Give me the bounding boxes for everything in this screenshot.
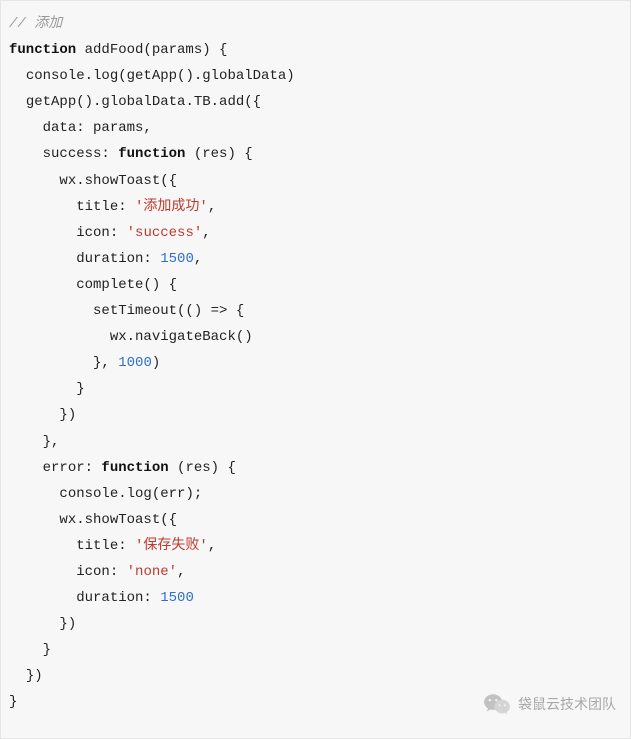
code-line: title: '保存失败', <box>9 533 622 559</box>
code-token: '添加成功' <box>135 199 208 215</box>
code-block: // 添加 function addFood(params) { console.… <box>1 1 630 726</box>
code-token: , <box>194 251 202 267</box>
code-token: duration: <box>76 590 160 606</box>
watermark-text: 袋鼠云技术团队 <box>518 691 616 717</box>
code-token: }, <box>93 355 118 371</box>
code-token: function <box>101 460 168 476</box>
code-line: setTimeout(() => { <box>9 298 622 324</box>
code-line: console.log(getApp().globalData) <box>9 63 622 89</box>
code-line: function addFood(params) { <box>9 37 622 63</box>
code-token: } <box>76 381 84 397</box>
code-line: error: function (res) { <box>9 455 622 481</box>
code-token: 1500 <box>160 251 194 267</box>
code-line: }, 1000) <box>9 350 622 376</box>
code-line: wx.showToast({ <box>9 168 622 194</box>
code-token: , <box>202 225 210 241</box>
code-token: }) <box>59 616 76 632</box>
code-token: '保存失败' <box>135 538 208 554</box>
code-token: 1000 <box>118 355 152 371</box>
code-line: }) <box>9 402 622 428</box>
code-token: icon: <box>76 225 126 241</box>
code-line: // 添加 <box>9 11 622 37</box>
watermark: 袋鼠云技术团队 <box>484 691 616 717</box>
code-token: wx.navigateBack() <box>110 329 253 345</box>
code-token: function <box>118 146 185 162</box>
code-token: console.log(err); <box>59 486 202 502</box>
code-line: } <box>9 376 622 402</box>
code-line: title: '添加成功', <box>9 194 622 220</box>
code-token: icon: <box>76 564 126 580</box>
code-token: , <box>208 199 216 215</box>
code-token: 1500 <box>160 590 194 606</box>
code-token: data: params, <box>43 120 152 136</box>
code-token: 'success' <box>127 225 203 241</box>
code-token: wx.showToast({ <box>59 512 177 528</box>
code-line: complete() { <box>9 272 622 298</box>
code-token: } <box>9 694 17 710</box>
code-line: wx.showToast({ <box>9 507 622 533</box>
code-token: setTimeout(() => { <box>93 303 244 319</box>
code-line: getApp().globalData.TB.add({ <box>9 89 622 115</box>
code-token: (res) { <box>185 146 252 162</box>
code-token: , <box>177 564 185 580</box>
code-token: error: <box>43 460 102 476</box>
code-line: icon: 'success', <box>9 220 622 246</box>
code-token: function <box>9 42 76 58</box>
code-line: }, <box>9 429 622 455</box>
code-token: }, <box>43 434 60 450</box>
code-token: addFood(params) { <box>76 42 227 58</box>
code-token: success: <box>43 146 119 162</box>
code-token: wx.showToast({ <box>59 173 177 189</box>
code-line: }) <box>9 663 622 689</box>
code-token: getApp().globalData.TB.add({ <box>26 94 261 110</box>
code-token: // 添加 <box>9 16 62 32</box>
code-line: wx.navigateBack() <box>9 324 622 350</box>
code-token: , <box>208 538 216 554</box>
code-token: title: <box>76 538 135 554</box>
code-line: data: params, <box>9 115 622 141</box>
code-line: }) <box>9 611 622 637</box>
code-token: 'none' <box>127 564 177 580</box>
code-token: title: <box>76 199 135 215</box>
code-token: duration: <box>76 251 160 267</box>
code-line: duration: 1500 <box>9 585 622 611</box>
code-token: (res) { <box>169 460 236 476</box>
code-token: complete() { <box>76 277 177 293</box>
code-line: duration: 1500, <box>9 246 622 272</box>
code-token: } <box>43 642 51 658</box>
code-line: icon: 'none', <box>9 559 622 585</box>
code-line: } <box>9 637 622 663</box>
code-line: success: function (res) { <box>9 141 622 167</box>
code-token: ) <box>152 355 160 371</box>
code-line: console.log(err); <box>9 481 622 507</box>
code-token: console.log(getApp().globalData) <box>26 68 295 84</box>
code-token: }) <box>59 407 76 423</box>
code-token: }) <box>26 668 43 684</box>
wechat-icon <box>484 693 510 715</box>
